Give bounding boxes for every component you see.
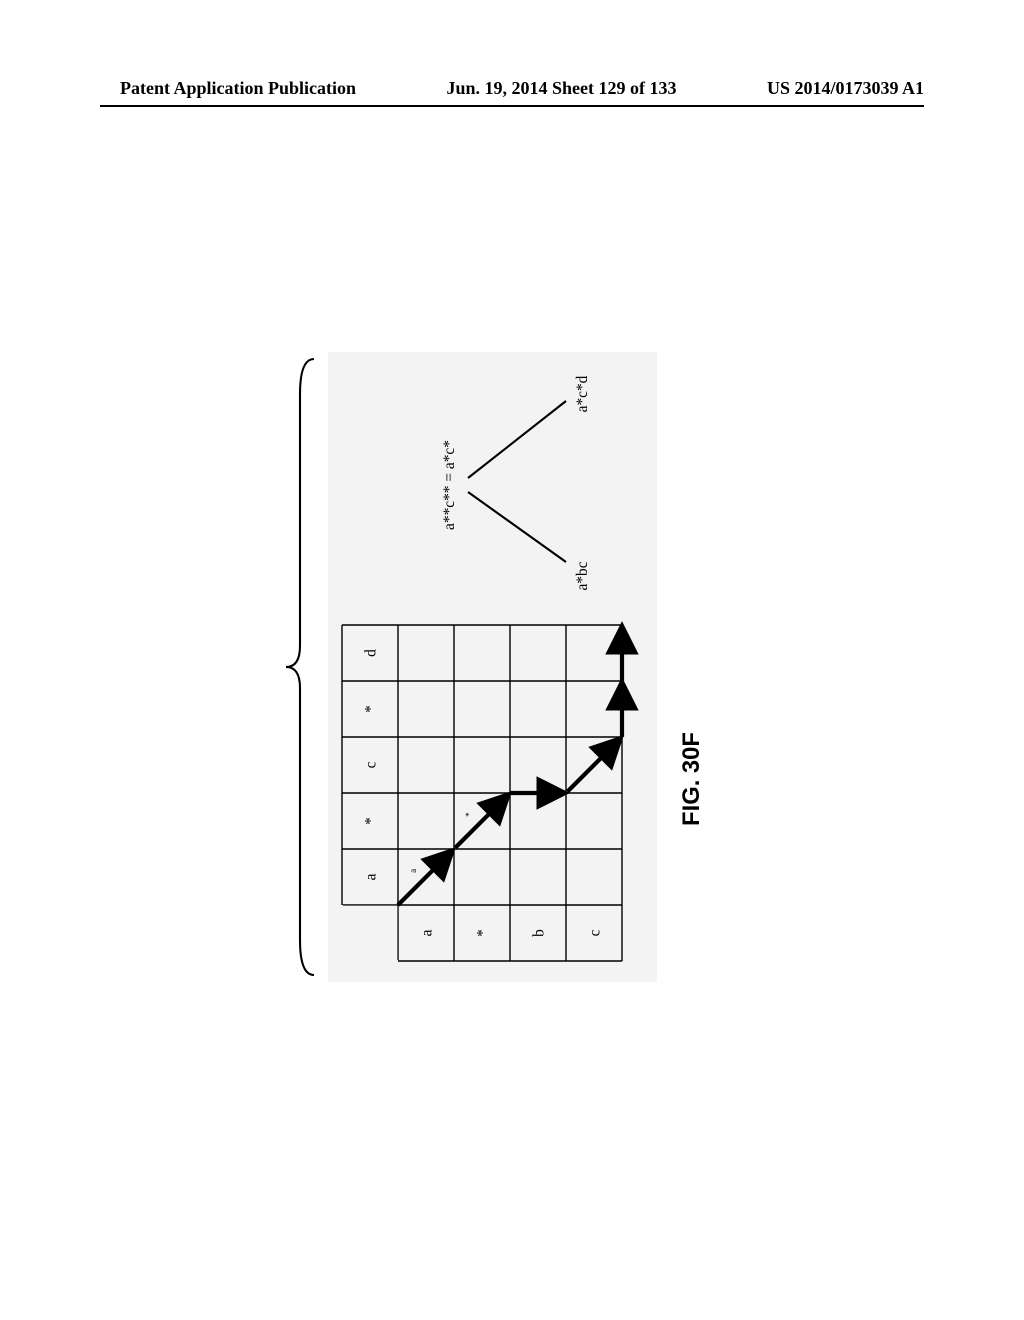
- row-header-0: a: [419, 929, 436, 936]
- expr-top: a**c** = a*c*: [441, 440, 458, 530]
- path-label-5: *: [627, 644, 637, 649]
- col-header-0: a: [363, 873, 380, 880]
- col-header-4: d: [363, 649, 380, 657]
- header-left: Patent Application Publication: [120, 78, 356, 99]
- header-right: US 2014/0173039 A1: [767, 78, 924, 99]
- col-header-1: *: [363, 817, 380, 825]
- col-header-3: *: [363, 705, 380, 713]
- row-header-2: b: [531, 929, 548, 937]
- path-label-4: *: [627, 700, 637, 705]
- figure-caption: FIG. 30F: [678, 732, 705, 826]
- page-header: Patent Application Publication Jun. 19, …: [0, 78, 1024, 99]
- path-label-2: *: [547, 795, 557, 800]
- expr-left: a*bc: [574, 561, 591, 590]
- header-center: Jun. 19, 2014 Sheet 129 of 133: [446, 78, 676, 99]
- expr-right: a*c*d: [574, 375, 591, 412]
- row-header-3: c: [587, 929, 604, 936]
- curly-brace: [286, 359, 314, 975]
- header-rule: [100, 105, 924, 107]
- panel-bg: [328, 352, 657, 982]
- figure-30f: a * c * d a * b c: [10, 310, 1010, 1010]
- path-label-3: c: [593, 751, 603, 755]
- row-header-1: *: [475, 929, 492, 937]
- col-header-2: c: [363, 761, 380, 768]
- path-label-1: *: [464, 812, 474, 817]
- figure-svg: a * c * d a * b c: [10, 310, 1010, 1010]
- path-label-0: a: [408, 869, 418, 873]
- header-corner-blank: [343, 906, 398, 961]
